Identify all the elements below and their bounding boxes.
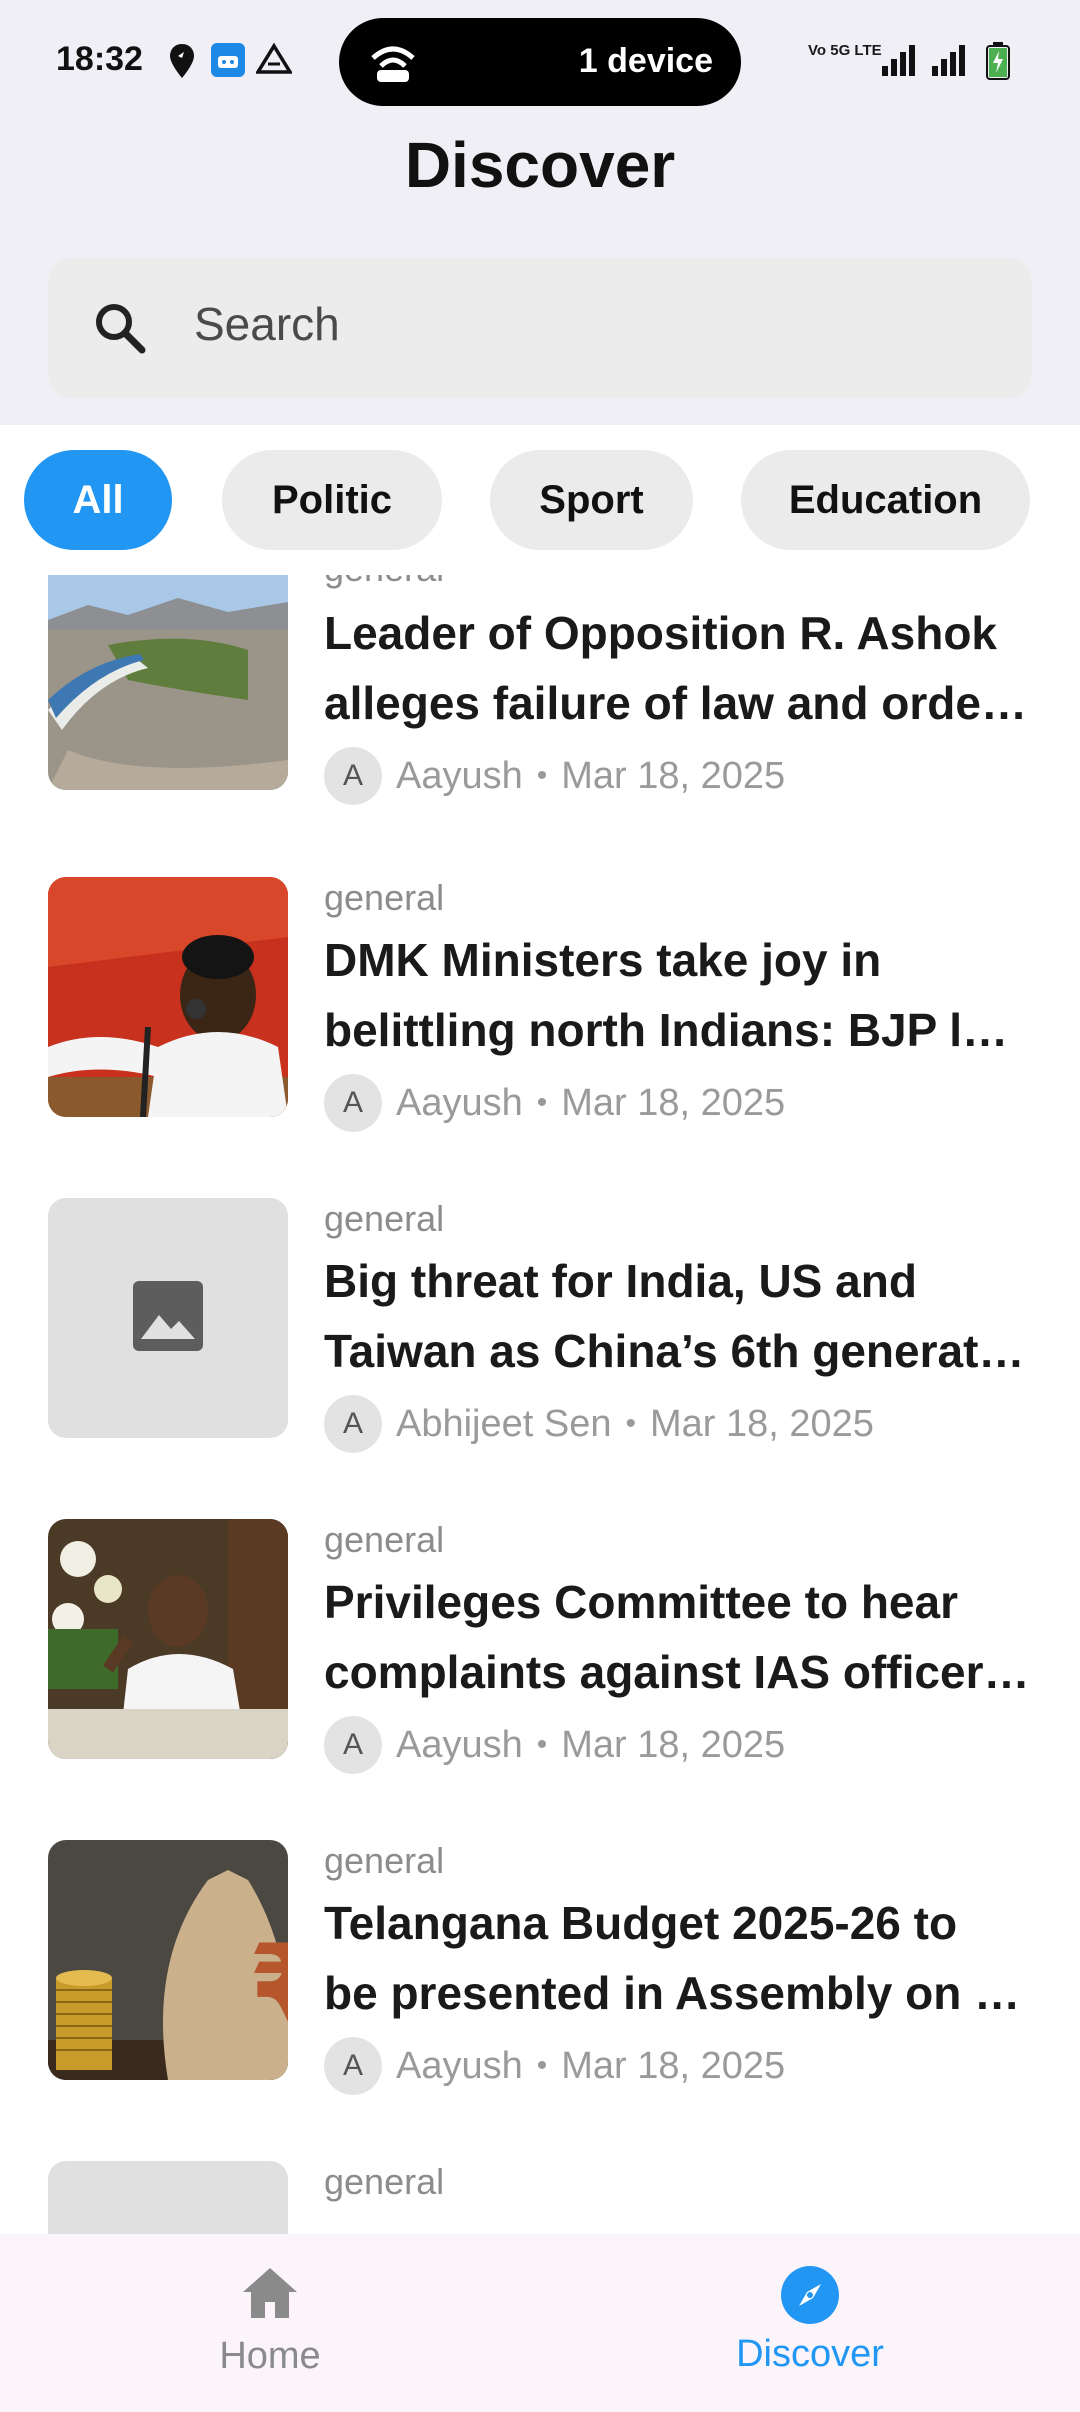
separator-dot: • xyxy=(536,2049,548,2082)
article-meta: A Abhijeet Sen • Mar 18, 2025 xyxy=(324,1394,874,1454)
article-meta: A Aayush • Mar 18, 2025 xyxy=(324,746,785,806)
article-item[interactable]: general Big threat for India, US and Tai… xyxy=(0,1198,1080,1498)
compass-icon xyxy=(779,2266,841,2330)
article-category: general xyxy=(324,1519,445,1560)
article-title[interactable]: Telangana Budget 2025-26 to be presented… xyxy=(324,1888,1036,2028)
article-category: general xyxy=(324,1840,445,1881)
hotspot-icon xyxy=(369,40,417,89)
nav-discover[interactable]: Discover xyxy=(660,2264,960,2376)
separator-dot: • xyxy=(536,759,548,792)
author-avatar: A xyxy=(324,1395,382,1453)
article-title[interactable]: Privileges Committee to hear complaints … xyxy=(324,1567,1036,1707)
article-title[interactable]: Leader of Opposition R. Ashok alleges fa… xyxy=(324,598,1036,738)
article-category: general xyxy=(324,2161,445,2202)
drive-icon xyxy=(254,42,294,80)
article-date: Mar 18, 2025 xyxy=(561,2044,786,2087)
device-connection-pill[interactable]: 1 device xyxy=(339,18,741,106)
search-bar[interactable] xyxy=(48,258,1032,398)
search-input[interactable] xyxy=(192,288,996,360)
separator-dot: • xyxy=(536,1086,548,1119)
search-icon xyxy=(90,298,150,363)
article-category: general xyxy=(324,1198,445,1239)
author-avatar: A xyxy=(324,2037,382,2095)
article-item[interactable]: general xyxy=(0,2161,1080,2235)
author-avatar: A xyxy=(324,1716,382,1774)
separator-dot: • xyxy=(536,1728,548,1761)
article-thumbnail xyxy=(48,1519,288,1759)
article-meta: A Aayush • Mar 18, 2025 xyxy=(324,1073,785,1133)
article-meta: A Aayush • Mar 18, 2025 xyxy=(324,2036,785,2096)
article-item[interactable]: general DMK Ministers take joy in belitt… xyxy=(0,877,1080,1177)
author-name: Aayush xyxy=(396,2044,523,2087)
article-thumbnail xyxy=(48,575,288,790)
home-icon xyxy=(239,2268,301,2326)
author-avatar: A xyxy=(324,747,382,805)
article-meta: A Aayush • Mar 18, 2025 xyxy=(324,1715,785,1775)
page-title: Discover xyxy=(404,129,676,201)
top-area: 18:32 1 device Vo 5G LTE Discover xyxy=(0,0,1080,425)
location-icon xyxy=(168,42,196,80)
author-avatar: A xyxy=(324,1074,382,1132)
article-thumbnail: ₹ xyxy=(48,1840,288,2080)
chip-politic[interactable]: Politic xyxy=(222,450,442,550)
bottom-navigation: Home Discover xyxy=(0,2234,1080,2412)
article-thumbnail xyxy=(48,2161,288,2235)
article-category: general xyxy=(324,877,445,918)
device-count-label: 1 device xyxy=(578,42,713,80)
article-date: Mar 18, 2025 xyxy=(561,1081,786,1124)
nav-discover-label: Discover xyxy=(736,2333,884,2375)
article-list[interactable]: general Leader of Opposition R. Ashok al… xyxy=(0,575,1080,2235)
status-bar: 18:32 1 device Vo 5G LTE xyxy=(0,0,1080,120)
article-date: Mar 18, 2025 xyxy=(561,1723,786,1766)
author-name: Aayush xyxy=(396,754,523,797)
app-notification-icon xyxy=(210,42,246,80)
svg-text:₹: ₹ xyxy=(248,1920,288,2059)
article-date: Mar 18, 2025 xyxy=(561,754,786,797)
chip-sport[interactable]: Sport xyxy=(490,450,693,550)
author-name: Aayush xyxy=(396,1723,523,1766)
article-item[interactable]: general Leader of Opposition R. Ashok al… xyxy=(0,575,1080,850)
article-thumbnail xyxy=(48,1198,288,1438)
article-category: general xyxy=(324,575,444,590)
chip-all[interactable]: All xyxy=(24,450,172,550)
signal-strength-icon-2 xyxy=(930,42,972,83)
chip-education[interactable]: Education xyxy=(741,450,1030,550)
separator-dot: • xyxy=(625,1407,637,1440)
battery-charging-icon xyxy=(986,42,1010,85)
article-item[interactable]: general Privileges Committee to hear com… xyxy=(0,1519,1080,1819)
status-time: 18:32 xyxy=(56,40,143,78)
author-name: Aayush xyxy=(396,1081,523,1124)
signal-strength-icon-1 xyxy=(868,42,924,83)
article-item[interactable]: ₹ general Telangana Budget 2025-26 to be… xyxy=(0,1840,1080,2140)
image-placeholder-icon xyxy=(131,1279,205,1358)
article-thumbnail xyxy=(48,877,288,1117)
nav-home-label: Home xyxy=(219,2335,321,2377)
nav-home[interactable]: Home xyxy=(120,2264,420,2378)
author-name: Abhijeet Sen xyxy=(396,1402,612,1445)
article-title[interactable]: Big threat for India, US and Taiwan as C… xyxy=(324,1246,1036,1386)
article-date: Mar 18, 2025 xyxy=(650,1402,874,1445)
category-chips: All Politic Sport Education xyxy=(0,450,1080,550)
article-title[interactable]: DMK Ministers take joy in belittling nor… xyxy=(324,925,1036,1065)
